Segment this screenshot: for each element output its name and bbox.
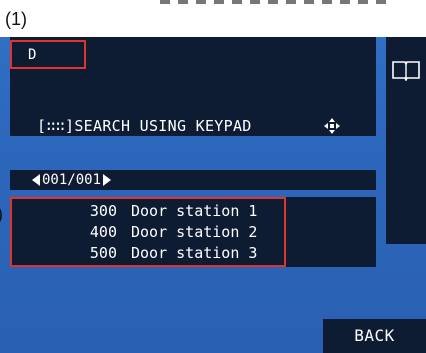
page-counter: 001/001	[42, 172, 102, 188]
next-page-icon[interactable]	[103, 174, 112, 186]
pager-bar: 001/001	[10, 170, 376, 190]
keypad-search-hint: [∷∷]SEARCH USING KEYPAD	[37, 117, 252, 135]
top-strip	[0, 0, 426, 10]
intercom-screen: D [∷∷]SEARCH USING KEYPAD 001/001 300 Do…	[0, 37, 426, 353]
open-book-icon[interactable]	[391, 59, 421, 82]
page: (1) D [∷∷]SEARCH USING KEYPAD 001/001 30…	[0, 0, 426, 353]
side-panel	[386, 37, 426, 244]
four-way-arrow-icon	[322, 116, 342, 136]
prev-page-icon[interactable]	[32, 174, 40, 186]
input-callout-highlight	[10, 40, 86, 69]
callout-label-1: (1)	[5, 9, 27, 29]
results-callout-highlight	[10, 197, 286, 267]
page-indicator: 001/001	[32, 172, 112, 188]
cropped-header-fragment	[160, 0, 390, 4]
callout-label-2: )	[0, 205, 3, 223]
back-button[interactable]: BACK	[323, 319, 426, 353]
